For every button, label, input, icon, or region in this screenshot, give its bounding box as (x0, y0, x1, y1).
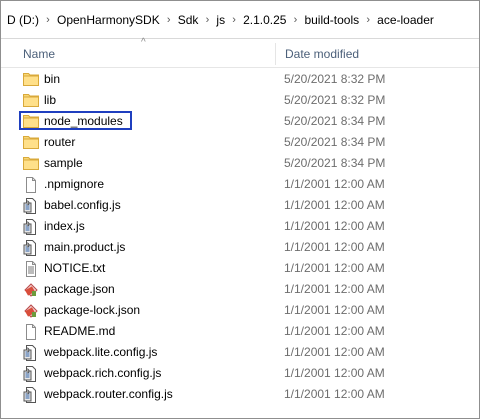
file-name[interactable]: .npmignore (44, 177, 104, 191)
column-header-date-modified[interactable]: Date modified (285, 47, 359, 61)
file-row[interactable]: webpack.router.config.js 1/1/2001 12:00 A… (1, 384, 479, 405)
date-modified: 5/20/2021 8:34 PM (284, 135, 386, 149)
json-file-icon (23, 303, 39, 318)
breadcrumb-0[interactable]: D (D:) (7, 13, 39, 27)
breadcrumb-4[interactable]: 2.1.0.25 (243, 13, 286, 27)
file-name[interactable]: node_modules (44, 114, 123, 128)
file-row[interactable]: index.js 1/1/2001 12:00 AM (1, 216, 479, 237)
breadcrumb-3[interactable]: js (216, 13, 225, 27)
blank-file-icon (23, 177, 39, 193)
date-modified: 1/1/2001 12:00 AM (284, 177, 385, 191)
file-name[interactable]: package.json (44, 282, 115, 296)
folder-row[interactable]: router 5/20/2021 8:34 PM (1, 132, 479, 153)
folder-icon (23, 93, 39, 107)
file-name[interactable]: babel.config.js (44, 198, 121, 212)
folder-icon (23, 156, 39, 170)
file-row[interactable]: webpack.rich.config.js 1/1/2001 12:00 AM (1, 363, 479, 384)
breadcrumb-separator[interactable]: › (225, 14, 243, 26)
file-name[interactable]: lib (44, 93, 56, 107)
sort-ascending-icon: ^ (141, 37, 146, 48)
file-name[interactable]: README.md (44, 324, 115, 338)
date-modified: 5/20/2021 8:34 PM (284, 114, 386, 128)
column-header-name[interactable]: Name (23, 47, 55, 61)
date-modified: 1/1/2001 12:00 AM (284, 240, 385, 254)
json-file-icon (23, 282, 39, 297)
file-name[interactable]: webpack.rich.config.js (44, 366, 161, 380)
file-list: bin 5/20/2021 8:32 PM lib 5/20/2021 8:32 PM… (1, 69, 479, 405)
folder-row[interactable]: node_modules 5/20/2021 8:34 PM (1, 111, 479, 132)
file-explorer-window: D (D:) › OpenHarmonySDK › Sdk › js › 2.1… (0, 0, 480, 419)
script-file-icon (23, 240, 39, 256)
file-name[interactable]: main.product.js (44, 240, 125, 254)
date-modified: 1/1/2001 12:00 AM (284, 261, 385, 275)
breadcrumb-2[interactable]: Sdk (178, 13, 199, 27)
file-name[interactable]: bin (44, 72, 60, 86)
date-modified: 1/1/2001 12:00 AM (284, 387, 385, 401)
script-file-icon (23, 198, 39, 214)
date-modified: 5/20/2021 8:34 PM (284, 156, 386, 170)
date-modified: 1/1/2001 12:00 AM (284, 282, 385, 296)
date-modified: 5/20/2021 8:32 PM (284, 72, 386, 86)
folder-row[interactable]: sample 5/20/2021 8:34 PM (1, 153, 479, 174)
script-file-icon (23, 345, 39, 361)
file-row[interactable]: package-lock.json 1/1/2001 12:00 AM (1, 300, 479, 321)
folder-row[interactable]: bin 5/20/2021 8:32 PM (1, 69, 479, 90)
file-row[interactable]: babel.config.js 1/1/2001 12:00 AM (1, 195, 479, 216)
text-file-icon (23, 261, 39, 277)
breadcrumb-5[interactable]: build-tools (304, 13, 359, 27)
breadcrumb-separator[interactable]: › (198, 14, 216, 26)
breadcrumb-separator[interactable]: › (39, 14, 57, 26)
breadcrumb-separator[interactable]: › (359, 14, 377, 26)
breadcrumb[interactable]: D (D:) › OpenHarmonySDK › Sdk › js › 2.1… (1, 1, 479, 39)
column-divider[interactable] (275, 43, 276, 65)
breadcrumb-separator[interactable]: › (160, 14, 178, 26)
script-file-icon (23, 387, 39, 403)
file-name[interactable]: router (44, 135, 75, 149)
file-row[interactable]: NOTICE.txt 1/1/2001 12:00 AM (1, 258, 479, 279)
folder-row[interactable]: lib 5/20/2021 8:32 PM (1, 90, 479, 111)
date-modified: 1/1/2001 12:00 AM (284, 219, 385, 233)
column-header-bar: ^ Name Date modified (1, 37, 479, 68)
breadcrumb-6[interactable]: ace-loader (377, 13, 434, 27)
file-name[interactable]: webpack.lite.config.js (44, 345, 157, 359)
file-row[interactable]: README.md 1/1/2001 12:00 AM (1, 321, 479, 342)
script-file-icon (23, 219, 39, 235)
date-modified: 1/1/2001 12:00 AM (284, 345, 385, 359)
file-name[interactable]: index.js (44, 219, 85, 233)
file-row[interactable]: webpack.lite.config.js 1/1/2001 12:00 AM (1, 342, 479, 363)
date-modified: 1/1/2001 12:00 AM (284, 366, 385, 380)
blank-file-icon (23, 324, 39, 340)
date-modified: 1/1/2001 12:00 AM (284, 198, 385, 212)
folder-icon (23, 114, 39, 128)
folder-icon (23, 135, 39, 149)
file-name[interactable]: package-lock.json (44, 303, 140, 317)
script-file-icon (23, 366, 39, 382)
file-name[interactable]: sample (44, 156, 83, 170)
date-modified: 5/20/2021 8:32 PM (284, 93, 386, 107)
date-modified: 1/1/2001 12:00 AM (284, 324, 385, 338)
file-name[interactable]: webpack.router.config.js (44, 387, 173, 401)
file-row[interactable]: main.product.js 1/1/2001 12:00 AM (1, 237, 479, 258)
file-name[interactable]: NOTICE.txt (44, 261, 105, 275)
file-row[interactable]: package.json 1/1/2001 12:00 AM (1, 279, 479, 300)
breadcrumb-1[interactable]: OpenHarmonySDK (57, 13, 160, 27)
file-row[interactable]: .npmignore 1/1/2001 12:00 AM (1, 174, 479, 195)
folder-icon (23, 72, 39, 86)
breadcrumb-separator[interactable]: › (286, 14, 304, 26)
date-modified: 1/1/2001 12:00 AM (284, 303, 385, 317)
